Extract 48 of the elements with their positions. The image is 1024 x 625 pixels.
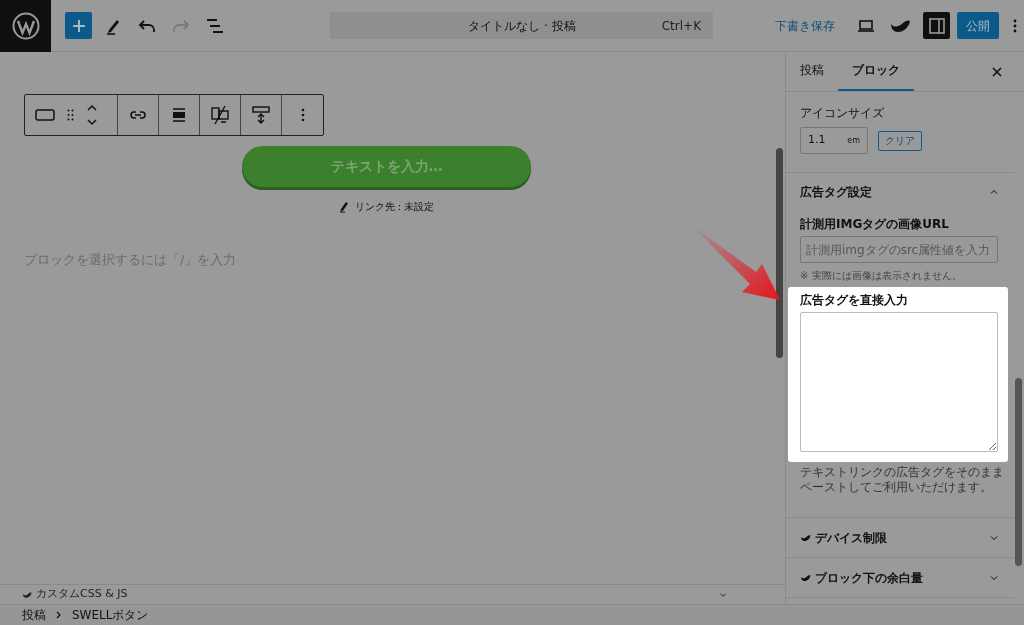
section-title[interactable]: デバイス制限 xyxy=(815,528,988,547)
sidebar-toggle[interactable] xyxy=(923,12,950,39)
close-icon[interactable] xyxy=(992,67,1002,77)
shortcut-hint: Ctrl+K xyxy=(661,17,701,35)
options-icon[interactable] xyxy=(300,108,305,122)
leaf-icon xyxy=(800,573,811,582)
device-hide-icon[interactable] xyxy=(210,105,230,125)
clear-button[interactable]: クリア xyxy=(878,130,922,151)
sidebar-tab[interactable]: 投稿 xyxy=(800,52,838,91)
leaf-icon xyxy=(22,590,32,599)
publish-button[interactable]: 公開 xyxy=(957,12,999,39)
undo-icon[interactable] xyxy=(138,17,156,34)
panel-title[interactable]: カスタムCSS & JS xyxy=(36,586,128,603)
leaf-icon xyxy=(800,533,811,542)
drag-handle-icon[interactable] xyxy=(67,109,74,121)
sidebar-icon xyxy=(928,17,945,34)
add-block-button[interactable] xyxy=(65,12,92,39)
move-arrows-icon[interactable] xyxy=(86,104,98,126)
laptop-icon[interactable] xyxy=(857,18,875,33)
scrollbar[interactable] xyxy=(1015,378,1022,566)
document-title: タイトルなし · 投稿 xyxy=(467,17,577,35)
plus-icon xyxy=(71,18,86,33)
more-icon[interactable] xyxy=(1013,18,1017,33)
help-text: テキストリンクの広告タグをそのままペーストしてご利用いただけます。 xyxy=(800,465,1005,495)
align-icon[interactable] xyxy=(172,108,186,122)
list-view-icon[interactable] xyxy=(206,17,224,34)
pencil-icon xyxy=(338,200,349,213)
field-label: 広告タグを直接入力 xyxy=(800,292,909,309)
link-icon[interactable] xyxy=(130,110,146,120)
image-url-field[interactable]: 計測用imgタグのsrc属性値を入力 xyxy=(800,236,998,263)
button-block-icon[interactable] xyxy=(35,109,55,121)
field-label: 計測用IMGタグの画像URL xyxy=(800,216,950,233)
command-bar[interactable]: タイトルなし · 投稿 Ctrl+K xyxy=(330,12,713,39)
breadcrumb-link[interactable]: 投稿 xyxy=(22,606,46,624)
sidebar-tab[interactable]: ブロック xyxy=(838,52,914,91)
icon-size-field[interactable]: 1.1 em xyxy=(800,127,868,154)
logo-icon xyxy=(11,11,40,40)
section-title[interactable]: ブロック下の余白量 xyxy=(815,568,988,587)
chevron-right-icon xyxy=(56,611,62,619)
help-text: ※ 実際には画像は表示されません。 xyxy=(800,269,963,283)
leaf-icon[interactable] xyxy=(889,17,911,34)
field-label: アイコンサイズ xyxy=(800,105,885,122)
breadcrumb-link[interactable]: SWELLボタン xyxy=(72,606,149,624)
scrollbar[interactable] xyxy=(776,148,783,358)
section-title[interactable]: 広告タグ設定 xyxy=(800,183,872,201)
link-target-text: リンク先 : 未設定 xyxy=(354,200,435,214)
save-draft-link[interactable]: 下書き保存 xyxy=(775,16,835,35)
spacing-icon[interactable] xyxy=(252,105,270,125)
